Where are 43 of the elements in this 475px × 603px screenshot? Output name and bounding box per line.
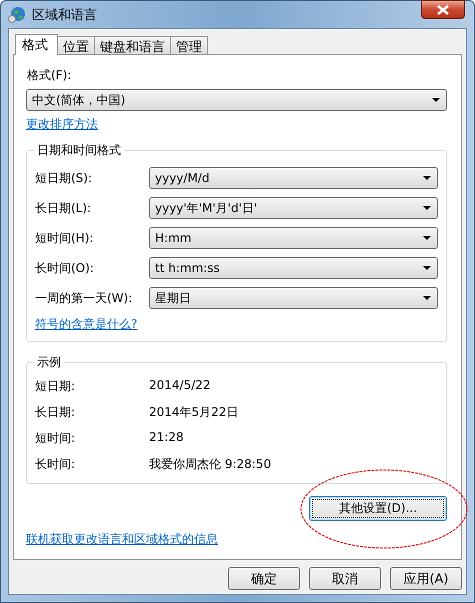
window-title: 区域和语言 <box>32 6 97 24</box>
field-label: 短日期(S): <box>35 170 94 186</box>
additional-settings-button[interactable]: 其他设置(D)... <box>309 496 447 521</box>
example-value: 2014/5/22 <box>149 378 211 394</box>
example-label: 短时间: <box>35 430 76 447</box>
dropdown-arrow-icon <box>423 236 431 240</box>
field-label: 短时间(H): <box>35 230 94 246</box>
format-dropdown[interactable]: tt h:mm:ss <box>149 257 438 279</box>
example-label: 长日期: <box>35 404 76 421</box>
tab[interactable]: 管理 <box>170 36 208 54</box>
dropdown-arrow-icon <box>423 296 431 300</box>
dialog-button[interactable]: 应用(A) <box>390 567 462 590</box>
field-label: 一周的第一天(W): <box>35 290 134 306</box>
tab[interactable]: 位置 <box>57 36 95 54</box>
tab[interactable]: 键盘和语言 <box>94 36 171 54</box>
format-dropdown[interactable]: H:mm <box>149 227 438 249</box>
format-dropdown[interactable]: yyyy/M/d <box>149 167 438 189</box>
example-value: 我爱你周杰伦 9:28:50 <box>149 456 272 473</box>
group-title: 日期和时间格式 <box>36 142 122 159</box>
close-icon <box>437 4 449 14</box>
symbols-help-link[interactable]: 符号的含意是什么? <box>35 316 138 333</box>
tab[interactable]: 格式 <box>15 34 58 55</box>
field-label: 长日期(L): <box>35 200 92 216</box>
dialog-button[interactable]: 确定 <box>228 567 300 590</box>
format-label: 格式(F): <box>27 67 72 84</box>
sort-link[interactable]: 更改排序方法 <box>26 116 98 133</box>
dropdown-arrow-icon <box>423 266 431 270</box>
online-info-link[interactable]: 联机获取更改语言和区域格式的信息 <box>26 531 218 548</box>
example-label: 短日期: <box>35 378 76 395</box>
example-label: 长时间: <box>35 456 76 473</box>
field-label: 长时间(O): <box>35 260 95 276</box>
globe-icon <box>8 6 26 24</box>
format-dropdown[interactable]: 中文(简体，中国) <box>26 89 447 111</box>
dialog-button[interactable]: 取消 <box>309 567 381 590</box>
format-dropdown[interactable]: 星期日 <box>149 287 438 309</box>
example-value: 2014年5月22日 <box>149 404 238 421</box>
group-title: 示例 <box>36 354 62 371</box>
dropdown-arrow-icon <box>432 98 440 102</box>
dropdown-arrow-icon <box>423 206 431 210</box>
close-button[interactable] <box>421 0 465 19</box>
format-dropdown[interactable]: yyyy'年'M'月'd'日' <box>149 197 438 219</box>
example-value: 21:28 <box>149 430 184 446</box>
dropdown-arrow-icon <box>423 176 431 180</box>
